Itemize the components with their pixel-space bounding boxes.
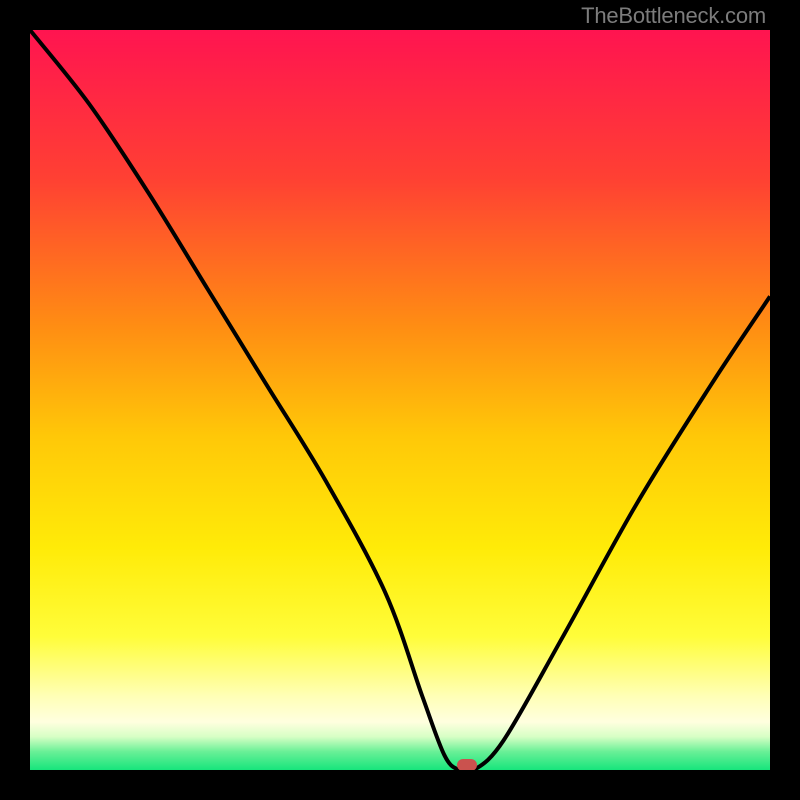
plot-area	[30, 30, 770, 770]
bottleneck-curve	[30, 30, 770, 770]
chart-frame: TheBottleneck.com	[0, 0, 800, 800]
optimal-point-marker	[457, 759, 477, 770]
attribution-text: TheBottleneck.com	[581, 3, 766, 29]
curve-path-icon	[30, 30, 770, 770]
